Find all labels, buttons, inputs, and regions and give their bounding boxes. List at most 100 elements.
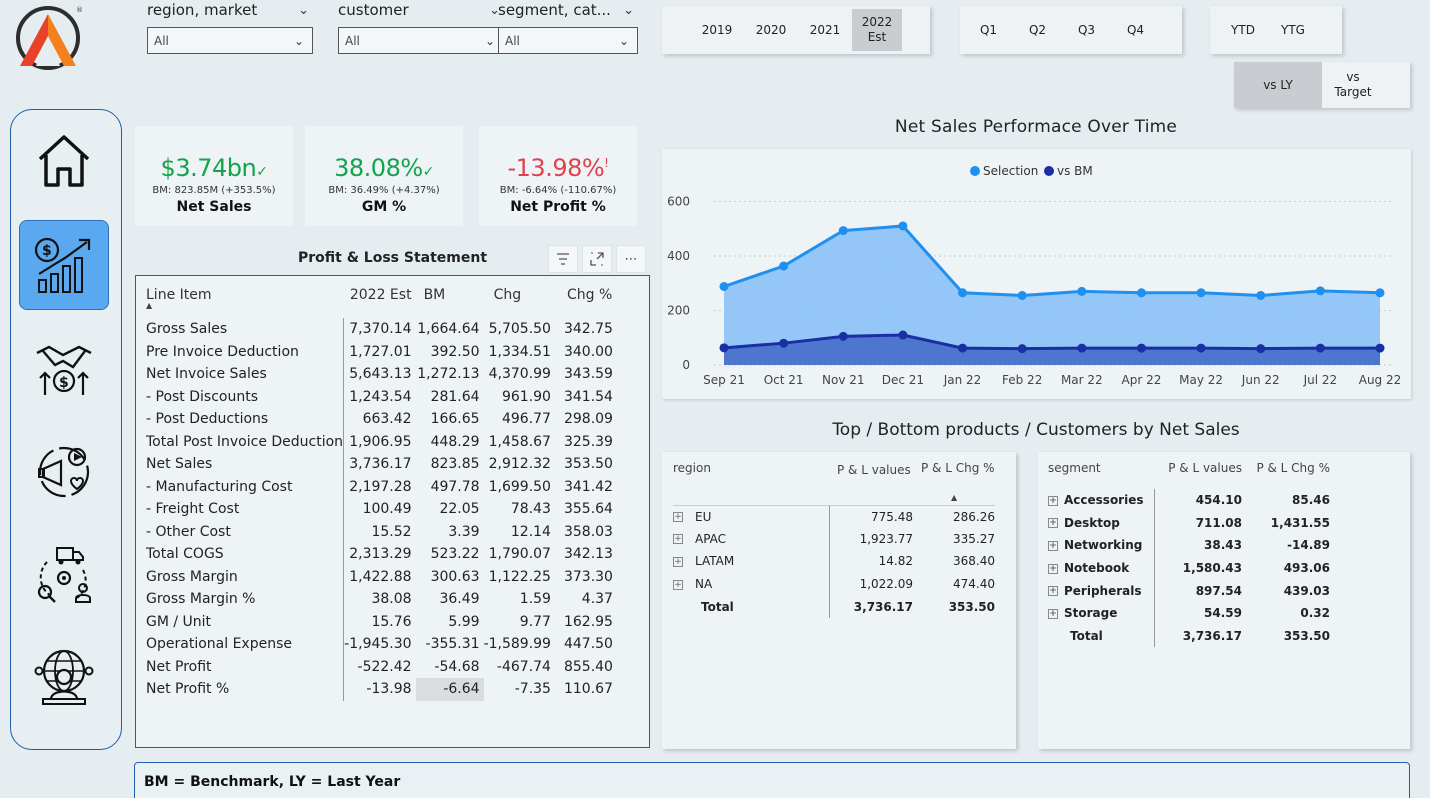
value-cell: 373.30 [563,568,613,585]
ytg-button[interactable]: YTG [1268,9,1318,51]
expand-icon[interactable]: + [673,556,683,567]
chevron-down-icon[interactable]: ⌄ [298,3,309,18]
table-row[interactable]: - Manufacturing Cost 2,197.28 497.78 1,699.… [144,475,617,498]
expand-icon[interactable]: + [673,534,683,545]
quarter-button-q3[interactable]: Q3 [1062,9,1111,51]
table-row[interactable]: + Accessories 454.10 85.46 [1048,489,1330,512]
table-row[interactable]: + Storage 54.59 0.32 [1048,601,1330,625]
table-row[interactable]: - Other Cost 15.52 3.39 12.14 358.03 [144,520,617,543]
kpi-card-gm-percent[interactable]: 38.08%✓ BM: 36.49% (+4.37%) GM % [305,126,463,226]
column-header-pl-chg[interactable]: P & L Chg % [1242,461,1330,489]
more-options-icon[interactable]: ⋯ [616,245,646,273]
table-row[interactable]: + NA 1,022.09 474.40 [673,572,995,596]
nav-item-home[interactable] [19,116,109,206]
segment-label: Peripherals [1064,583,1142,598]
value-cell: 110.67 [563,681,613,698]
column-header-pl-values[interactable]: P & L values [1154,461,1242,489]
region-table-visual: region P & L values P & L Chg % ▲ + EU 775.… [662,452,1016,749]
value-cell: 358.03 [563,523,613,540]
expand-icon[interactable]: + [1048,563,1058,574]
table-row[interactable]: Gross Margin 1,422.88 300.63 1,122.25 373.30 [144,565,617,588]
column-header-line-item[interactable]: Line Item ▲ [144,284,344,318]
column-header-2022-est[interactable]: 2022 Est [344,284,416,318]
table-row[interactable]: Pre Invoice Deduction 1,727.01 392.50 1,334… [144,340,617,363]
table-row[interactable]: + Peripherals 897.54 439.03 [1048,579,1330,602]
table-row[interactable]: + EU 775.48 286.26 [673,505,995,528]
quarter-button-q1[interactable]: Q1 [964,9,1013,51]
year-button-2022-est[interactable]: 2022 Est [852,9,902,51]
table-row[interactable]: Total COGS 2,313.29 523.22 1,790.07 342.13 [144,543,617,566]
nav-item-supply-chain[interactable] [19,530,109,620]
slicer-value: All [345,33,360,48]
kpi-value: $3.74bn✓ [160,154,268,182]
column-header-segment[interactable]: segment [1048,461,1154,489]
nav-item-sales[interactable]: $ [19,323,109,413]
table-row[interactable]: Net Profit -522.42 -54.68 -467.74 855.40 [144,655,617,678]
nav-item-marketing[interactable] [19,427,109,517]
table-row[interactable]: - Post Deductions 663.42 166.65 496.77 298.0… [144,408,617,431]
slicer-customer[interactable]: customer ⌄ All ⌄ [338,0,504,54]
expand-icon[interactable]: + [1048,608,1058,619]
kpi-card-net-sales[interactable]: $3.74bn✓ BM: 823.85M (+353.5%) Net Sales [135,126,293,226]
expand-icon[interactable]: + [1048,495,1058,506]
focus-mode-icon[interactable] [582,245,612,273]
data-point [1315,286,1325,296]
slicer-dropdown[interactable]: All ⌄ [338,27,504,54]
ytd-button[interactable]: YTD [1218,9,1268,51]
table-row[interactable]: Operational Expense -1,945.30 -355.31 -1,58… [144,633,617,656]
value-cell: 711.08 [1195,515,1242,530]
expand-icon[interactable]: + [673,512,683,523]
expand-icon[interactable]: + [673,579,683,590]
net-sales-chart[interactable]: 0 200 400 600 Sep 21 Oct 21 Nov 21 Dec 21 Jan 22… [662,149,1411,399]
nav-item-finance[interactable]: $ [19,220,109,310]
quarter-button-q4[interactable]: Q4 [1111,9,1160,51]
chevron-down-icon[interactable]: ⌄ [623,3,634,18]
table-row[interactable]: - Freight Cost 100.49 22.05 78.43 355.64 [144,498,617,521]
quarter-selector: Q1 Q2 Q3 Q4 [960,6,1182,54]
table-row[interactable]: - Post Discounts 1,243.54 281.64 961.90 341.… [144,385,617,408]
table-row[interactable]: Total Post Invoice Deduction 1,906.95 448.… [144,430,617,453]
column-header-chg-percent[interactable]: Chg % [555,284,617,318]
slicer-dropdown[interactable]: All ⌄ [147,27,313,54]
column-header-region[interactable]: region [673,461,829,506]
year-button-2019[interactable]: 2019 [690,9,744,51]
column-header-pl-chg[interactable]: P & L Chg % ▲ [913,461,995,506]
footer-text: BM = Benchmark, LY = Last Year [144,774,401,790]
table-row[interactable]: Gross Sales 7,370.14 1,664.64 5,705.50 342.7… [144,318,617,341]
table-row[interactable]: GM / Unit 15.76 5.99 9.77 162.95 [144,610,617,633]
ytd-selector: YTD YTG [1210,6,1342,54]
filter-icon[interactable] [548,245,578,273]
table-row[interactable]: Net Sales 3,736.17 823.85 2,912.32 353.50 [144,453,617,476]
table-row[interactable]: Gross Margin % 38.08 36.49 1.59 4.37 [144,588,617,611]
nav-item-executive[interactable] [19,633,109,723]
value-cell: 0.32 [1300,606,1330,621]
segment-cell: + Storage [1048,601,1155,625]
year-button-2021[interactable]: 2021 [798,9,852,51]
table-row[interactable]: + Networking 38.43 -14.89 [1048,534,1330,557]
expand-icon[interactable]: + [1048,518,1058,529]
expand-icon[interactable]: + [1048,586,1058,597]
slicer-segment-category[interactable]: segment, cat... ⌄ All ⌄ [498,0,638,54]
year-button-2020[interactable]: 2020 [744,9,798,51]
slicer-region-market[interactable]: region, market ⌄ All ⌄ [147,0,313,54]
column-header-pl-values[interactable]: P & L values [829,461,913,506]
data-point [719,281,729,291]
table-row[interactable]: Net Profit % -13.98 -6.64 -7.35 110.67 [144,678,617,701]
value-cell: 343.59 [563,366,613,383]
chart-svg: 0 200 400 600 Sep 21 Oct 21 Nov 21 Dec 21 Jan 22… [667,164,1401,387]
expand-icon[interactable]: + [1048,540,1058,551]
vs-target-button[interactable]: vs Target [1322,62,1384,108]
value-cell: -1,589.99 [483,636,551,653]
column-header-bm[interactable]: BM [416,284,484,318]
quarter-button-q2[interactable]: Q2 [1013,9,1062,51]
kpi-card-net-profit-percent[interactable]: -13.98%! BM: -6.64% (-110.67%) Net Profi… [479,126,637,226]
table-row[interactable]: + APAC 1,923.77 335.27 [673,527,995,551]
vs-ly-button[interactable]: vs LY [1234,62,1322,108]
table-row[interactable]: + Notebook 1,580.43 493.06 [1048,556,1330,580]
table-row[interactable]: Net Invoice Sales 5,643.13 1,272.13 4,370.9… [144,363,617,386]
table-row[interactable]: + Desktop 711.08 1,431.55 [1048,511,1330,535]
column-header-chg[interactable]: Chg [484,284,555,318]
slicer-dropdown[interactable]: All ⌄ [498,27,638,54]
region-cell: + LATAM [673,550,830,573]
table-row[interactable]: + LATAM 14.82 368.40 [673,550,995,573]
